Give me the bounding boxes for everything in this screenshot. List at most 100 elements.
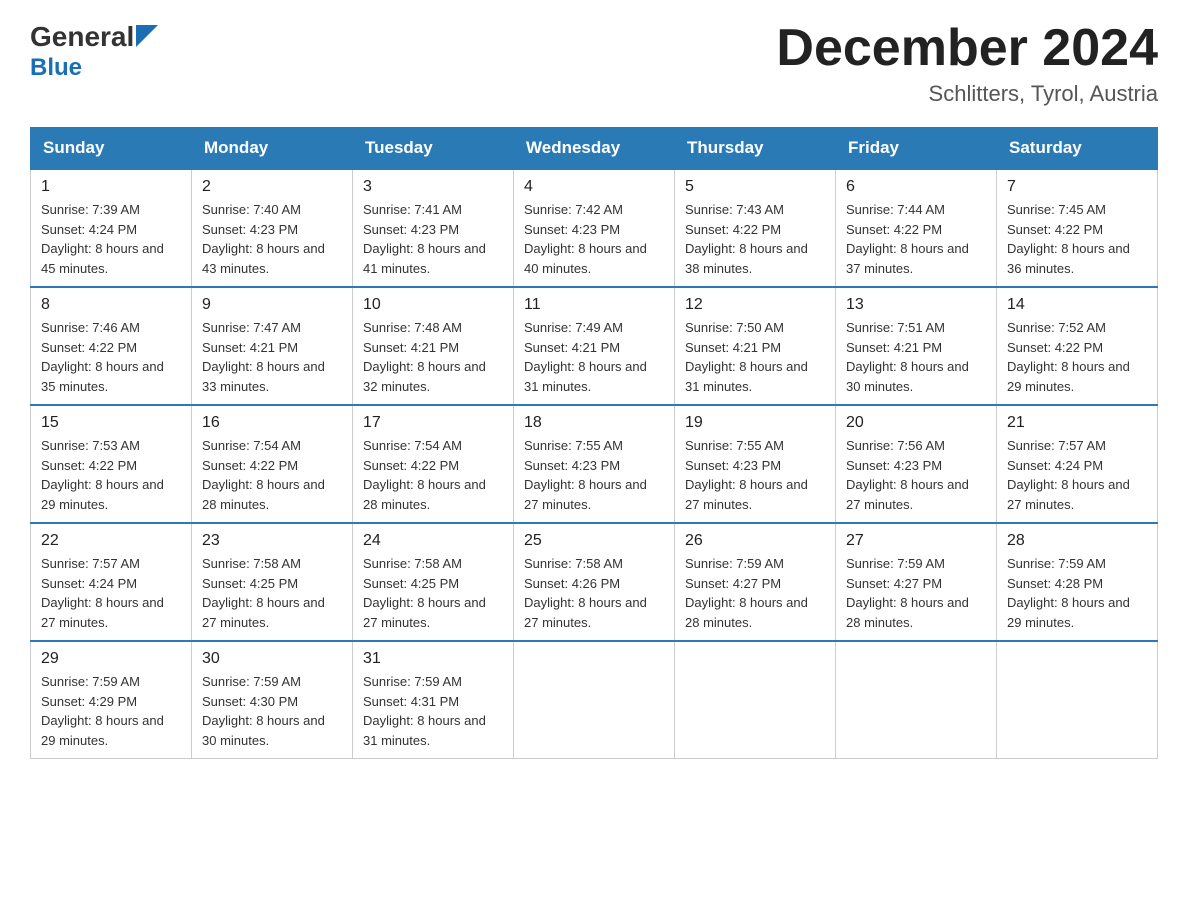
day-info: Sunrise: 7:50 AM Sunset: 4:21 PM Dayligh… bbox=[685, 318, 825, 396]
calendar-week-1: 1 Sunrise: 7:39 AM Sunset: 4:24 PM Dayli… bbox=[31, 169, 1158, 287]
day-info: Sunrise: 7:44 AM Sunset: 4:22 PM Dayligh… bbox=[846, 200, 986, 278]
day-number: 14 bbox=[1007, 296, 1147, 314]
day-info: Sunrise: 7:59 AM Sunset: 4:28 PM Dayligh… bbox=[1007, 554, 1147, 632]
title-section: December 2024 Schlitters, Tyrol, Austria bbox=[776, 20, 1158, 107]
day-number: 7 bbox=[1007, 178, 1147, 196]
calendar-cell: 17 Sunrise: 7:54 AM Sunset: 4:22 PM Dayl… bbox=[353, 405, 514, 523]
day-number: 24 bbox=[363, 532, 503, 550]
calendar-week-3: 15 Sunrise: 7:53 AM Sunset: 4:22 PM Dayl… bbox=[31, 405, 1158, 523]
day-info: Sunrise: 7:59 AM Sunset: 4:29 PM Dayligh… bbox=[41, 672, 181, 750]
day-info: Sunrise: 7:42 AM Sunset: 4:23 PM Dayligh… bbox=[524, 200, 664, 278]
calendar-week-5: 29 Sunrise: 7:59 AM Sunset: 4:29 PM Dayl… bbox=[31, 641, 1158, 759]
calendar-cell: 4 Sunrise: 7:42 AM Sunset: 4:23 PM Dayli… bbox=[514, 169, 675, 287]
day-info: Sunrise: 7:59 AM Sunset: 4:31 PM Dayligh… bbox=[363, 672, 503, 750]
day-info: Sunrise: 7:51 AM Sunset: 4:21 PM Dayligh… bbox=[846, 318, 986, 396]
day-info: Sunrise: 7:55 AM Sunset: 4:23 PM Dayligh… bbox=[524, 436, 664, 514]
day-number: 20 bbox=[846, 414, 986, 432]
day-number: 3 bbox=[363, 178, 503, 196]
day-info: Sunrise: 7:58 AM Sunset: 4:26 PM Dayligh… bbox=[524, 554, 664, 632]
day-number: 4 bbox=[524, 178, 664, 196]
day-number: 29 bbox=[41, 650, 181, 668]
calendar-header-row: Sunday Monday Tuesday Wednesday Thursday… bbox=[31, 128, 1158, 170]
calendar-cell: 8 Sunrise: 7:46 AM Sunset: 4:22 PM Dayli… bbox=[31, 287, 192, 405]
day-info: Sunrise: 7:53 AM Sunset: 4:22 PM Dayligh… bbox=[41, 436, 181, 514]
page-header: General Blue December 2024 Schlitters, T… bbox=[30, 20, 1158, 107]
calendar-cell: 31 Sunrise: 7:59 AM Sunset: 4:31 PM Dayl… bbox=[353, 641, 514, 759]
day-info: Sunrise: 7:56 AM Sunset: 4:23 PM Dayligh… bbox=[846, 436, 986, 514]
day-number: 16 bbox=[202, 414, 342, 432]
day-number: 1 bbox=[41, 178, 181, 196]
calendar-cell: 21 Sunrise: 7:57 AM Sunset: 4:24 PM Dayl… bbox=[997, 405, 1158, 523]
day-number: 2 bbox=[202, 178, 342, 196]
calendar-cell: 1 Sunrise: 7:39 AM Sunset: 4:24 PM Dayli… bbox=[31, 169, 192, 287]
calendar-cell: 26 Sunrise: 7:59 AM Sunset: 4:27 PM Dayl… bbox=[675, 523, 836, 641]
col-friday: Friday bbox=[836, 128, 997, 170]
calendar-cell: 9 Sunrise: 7:47 AM Sunset: 4:21 PM Dayli… bbox=[192, 287, 353, 405]
day-info: Sunrise: 7:55 AM Sunset: 4:23 PM Dayligh… bbox=[685, 436, 825, 514]
calendar-cell: 28 Sunrise: 7:59 AM Sunset: 4:28 PM Dayl… bbox=[997, 523, 1158, 641]
day-number: 31 bbox=[363, 650, 503, 668]
logo: General Blue bbox=[30, 20, 158, 82]
calendar-week-2: 8 Sunrise: 7:46 AM Sunset: 4:22 PM Dayli… bbox=[31, 287, 1158, 405]
calendar-cell: 30 Sunrise: 7:59 AM Sunset: 4:30 PM Dayl… bbox=[192, 641, 353, 759]
day-info: Sunrise: 7:59 AM Sunset: 4:27 PM Dayligh… bbox=[846, 554, 986, 632]
month-title: December 2024 bbox=[776, 20, 1158, 77]
col-sunday: Sunday bbox=[31, 128, 192, 170]
day-info: Sunrise: 7:54 AM Sunset: 4:22 PM Dayligh… bbox=[363, 436, 503, 514]
day-info: Sunrise: 7:57 AM Sunset: 4:24 PM Dayligh… bbox=[41, 554, 181, 632]
calendar-table: Sunday Monday Tuesday Wednesday Thursday… bbox=[30, 127, 1158, 759]
day-info: Sunrise: 7:54 AM Sunset: 4:22 PM Dayligh… bbox=[202, 436, 342, 514]
col-thursday: Thursday bbox=[675, 128, 836, 170]
day-number: 9 bbox=[202, 296, 342, 314]
calendar-cell: 20 Sunrise: 7:56 AM Sunset: 4:23 PM Dayl… bbox=[836, 405, 997, 523]
col-wednesday: Wednesday bbox=[514, 128, 675, 170]
day-number: 13 bbox=[846, 296, 986, 314]
day-info: Sunrise: 7:57 AM Sunset: 4:24 PM Dayligh… bbox=[1007, 436, 1147, 514]
calendar-cell: 15 Sunrise: 7:53 AM Sunset: 4:22 PM Dayl… bbox=[31, 405, 192, 523]
day-number: 22 bbox=[41, 532, 181, 550]
day-number: 23 bbox=[202, 532, 342, 550]
col-tuesday: Tuesday bbox=[353, 128, 514, 170]
day-info: Sunrise: 7:48 AM Sunset: 4:21 PM Dayligh… bbox=[363, 318, 503, 396]
day-number: 30 bbox=[202, 650, 342, 668]
day-number: 27 bbox=[846, 532, 986, 550]
day-number: 17 bbox=[363, 414, 503, 432]
calendar-cell: 7 Sunrise: 7:45 AM Sunset: 4:22 PM Dayli… bbox=[997, 169, 1158, 287]
day-info: Sunrise: 7:46 AM Sunset: 4:22 PM Dayligh… bbox=[41, 318, 181, 396]
calendar-cell bbox=[514, 641, 675, 759]
logo-triangle-icon bbox=[136, 25, 158, 47]
day-number: 6 bbox=[846, 178, 986, 196]
calendar-cell: 10 Sunrise: 7:48 AM Sunset: 4:21 PM Dayl… bbox=[353, 287, 514, 405]
day-number: 5 bbox=[685, 178, 825, 196]
calendar-cell: 11 Sunrise: 7:49 AM Sunset: 4:21 PM Dayl… bbox=[514, 287, 675, 405]
calendar-cell: 3 Sunrise: 7:41 AM Sunset: 4:23 PM Dayli… bbox=[353, 169, 514, 287]
logo-blue-text: Blue bbox=[30, 54, 158, 83]
day-number: 10 bbox=[363, 296, 503, 314]
col-saturday: Saturday bbox=[997, 128, 1158, 170]
day-info: Sunrise: 7:58 AM Sunset: 4:25 PM Dayligh… bbox=[363, 554, 503, 632]
day-info: Sunrise: 7:43 AM Sunset: 4:22 PM Dayligh… bbox=[685, 200, 825, 278]
col-monday: Monday bbox=[192, 128, 353, 170]
day-number: 18 bbox=[524, 414, 664, 432]
calendar-week-4: 22 Sunrise: 7:57 AM Sunset: 4:24 PM Dayl… bbox=[31, 523, 1158, 641]
calendar-cell: 5 Sunrise: 7:43 AM Sunset: 4:22 PM Dayli… bbox=[675, 169, 836, 287]
day-number: 25 bbox=[524, 532, 664, 550]
day-info: Sunrise: 7:45 AM Sunset: 4:22 PM Dayligh… bbox=[1007, 200, 1147, 278]
calendar-cell: 14 Sunrise: 7:52 AM Sunset: 4:22 PM Dayl… bbox=[997, 287, 1158, 405]
calendar-cell: 18 Sunrise: 7:55 AM Sunset: 4:23 PM Dayl… bbox=[514, 405, 675, 523]
day-info: Sunrise: 7:59 AM Sunset: 4:30 PM Dayligh… bbox=[202, 672, 342, 750]
calendar-cell: 6 Sunrise: 7:44 AM Sunset: 4:22 PM Dayli… bbox=[836, 169, 997, 287]
day-info: Sunrise: 7:41 AM Sunset: 4:23 PM Dayligh… bbox=[363, 200, 503, 278]
day-info: Sunrise: 7:47 AM Sunset: 4:21 PM Dayligh… bbox=[202, 318, 342, 396]
calendar-cell: 25 Sunrise: 7:58 AM Sunset: 4:26 PM Dayl… bbox=[514, 523, 675, 641]
calendar-cell: 16 Sunrise: 7:54 AM Sunset: 4:22 PM Dayl… bbox=[192, 405, 353, 523]
day-info: Sunrise: 7:52 AM Sunset: 4:22 PM Dayligh… bbox=[1007, 318, 1147, 396]
day-info: Sunrise: 7:58 AM Sunset: 4:25 PM Dayligh… bbox=[202, 554, 342, 632]
calendar-cell bbox=[675, 641, 836, 759]
day-info: Sunrise: 7:59 AM Sunset: 4:27 PM Dayligh… bbox=[685, 554, 825, 632]
calendar-cell: 24 Sunrise: 7:58 AM Sunset: 4:25 PM Dayl… bbox=[353, 523, 514, 641]
calendar-cell bbox=[997, 641, 1158, 759]
calendar-cell: 27 Sunrise: 7:59 AM Sunset: 4:27 PM Dayl… bbox=[836, 523, 997, 641]
day-number: 11 bbox=[524, 296, 664, 314]
calendar-cell bbox=[836, 641, 997, 759]
